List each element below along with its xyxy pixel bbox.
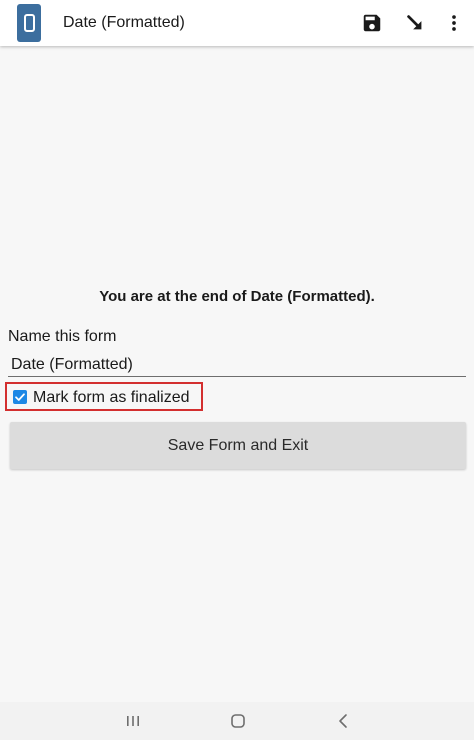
save-icon[interactable] — [360, 11, 384, 35]
more-vert-icon[interactable] — [442, 11, 466, 35]
form-name-label: Name this form — [8, 328, 117, 345]
toolbar-title: Date (Formatted) — [63, 14, 185, 31]
go-to-prompt-icon[interactable] — [403, 11, 427, 35]
back-icon[interactable] — [331, 710, 355, 732]
mark-finalized-checkbox-row[interactable]: Mark form as finalized — [5, 382, 203, 411]
system-navigation-bar — [0, 702, 474, 740]
checkbox-checked-icon[interactable] — [13, 390, 27, 404]
home-icon[interactable] — [226, 710, 250, 732]
app-toolbar: Date (Formatted) — [0, 0, 474, 46]
form-name-input[interactable] — [8, 353, 466, 377]
recent-apps-icon[interactable] — [121, 710, 145, 732]
mark-finalized-label[interactable]: Mark form as finalized — [33, 388, 190, 407]
form-app-icon — [17, 4, 41, 42]
end-of-form-message: You are at the end of Date (Formatted). — [99, 288, 375, 305]
save-form-and-exit-button[interactable]: Save Form and Exit — [10, 422, 466, 469]
